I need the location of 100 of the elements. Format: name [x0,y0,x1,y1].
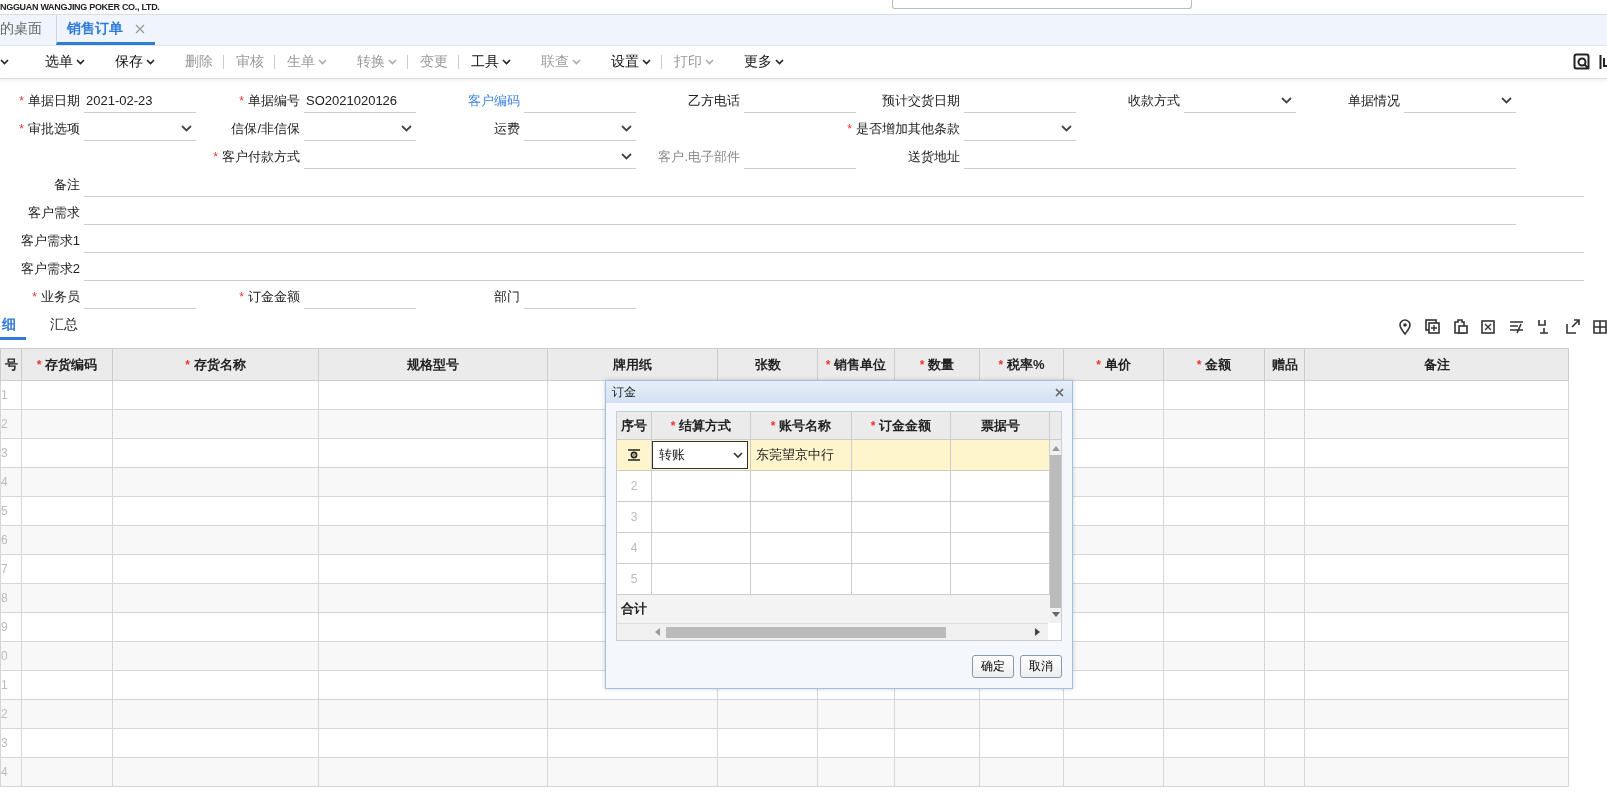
dialog-title: 订金 [612,383,636,401]
required-mark: * [239,290,244,304]
row-number: 7 [0,554,22,584]
chevron-icon [401,125,412,132]
toolbar-button[interactable]: 选单 [37,53,93,71]
row-number: 2 [630,479,638,493]
chevron-icon [733,451,743,459]
field-label: 订金金额 [248,288,300,306]
chevron-icon [1281,97,1292,104]
required-mark: * [19,122,24,136]
column-header: 销售单位 [834,356,887,372]
column-header: 结算方式 [679,416,732,435]
field-label: 单据情况 [1348,92,1400,110]
required-mark: * [998,357,1004,372]
expand-icon[interactable] [1565,319,1580,334]
page-tab[interactable]: 销售订单 [67,19,123,38]
required-mark: * [185,357,190,372]
field-label: 送货地址 [908,148,960,166]
field-label: 单据日期 [28,92,80,110]
column-header: 号 [4,356,18,372]
chevron-icon [1061,125,1072,132]
row-number: 1 [0,380,22,410]
chevron-icon [621,153,632,160]
horizontal-scrollbar[interactable] [617,623,1048,640]
column-header: 存货名称 [193,356,246,372]
toolbar-button[interactable]: 保存 [107,53,163,71]
field-label: 审批选项 [28,120,80,138]
dialog-button[interactable]: 确定 [972,655,1014,678]
chevron-icon [621,125,632,132]
toolbar-button[interactable]: 设置 [603,53,659,71]
field-label: 是否增加其他条款 [856,120,960,138]
grid-icon[interactable] [1593,319,1607,334]
column-header: 序号 [621,416,647,435]
close-icon[interactable] [1055,387,1064,397]
required-mark: * [870,418,876,433]
column-header: 票据号 [980,416,1020,435]
vertical-scrollbar[interactable] [1050,439,1061,623]
row-number: 9 [0,612,22,642]
chevron-icon [1501,97,1512,104]
pin-icon[interactable] [1398,319,1412,335]
field-label: 收款方式 [1128,92,1180,110]
required-mark: * [670,418,676,433]
row-number: 5 [630,572,638,586]
row-editor-icon[interactable] [627,449,641,461]
required-mark: * [770,418,776,433]
column-header: 牌用纸 [613,356,652,372]
field-label: 部门 [494,288,520,306]
right-arrow-icon[interactable] [1035,628,1040,636]
copy-icon[interactable] [1453,319,1468,334]
row-number: 5 [0,496,22,526]
column-header: 规格型号 [407,356,459,372]
required-mark: * [1196,357,1202,372]
required-mark: * [847,122,852,136]
field-label[interactable]: 客户编码 [468,92,520,110]
left-arrow-icon[interactable] [655,628,660,636]
detail-tab[interactable]: 汇总 [48,316,80,340]
column-header: 备注 [1423,356,1450,372]
input-field[interactable]: SO2021020126 [304,89,416,113]
column-header: 赠品 [1271,356,1298,372]
field-label: 客户需求 [28,204,80,222]
field-label: 信保/非信保 [231,120,300,138]
required-mark: * [213,150,218,164]
page-tab[interactable]: 的桌面 [0,19,42,38]
down-arrow-icon[interactable] [1051,612,1060,617]
delete-row-icon[interactable] [1481,319,1496,334]
up-arrow-icon[interactable] [1051,446,1060,451]
row-number: 2 [0,699,22,729]
preview-icon[interactable] [1573,53,1591,71]
lines-icon[interactable] [1509,319,1524,334]
row-number: 4 [0,757,22,787]
row-number: 1 [0,670,22,700]
input-field[interactable]: 2021-02-23 [84,89,196,113]
close-icon[interactable] [135,23,145,34]
column-header: 税率% [1007,356,1045,372]
row-number: 8 [0,583,22,613]
field-label: 单据编号 [248,92,300,110]
panel-icon[interactable] [1599,53,1607,71]
detail-tab[interactable]: 细 [0,316,26,340]
select-field[interactable]: 转账 [652,441,748,469]
required-mark: * [919,357,925,372]
column-header: 数量 [928,356,955,372]
chevron-icon [181,125,192,132]
field-label: 运费 [494,120,520,138]
row-number: 3 [0,438,22,468]
field-label: 客户需求2 [20,260,80,278]
field-label: 预计交货日期 [882,92,960,110]
field-label: 业务员 [41,288,80,306]
table-cell: 东莞望京中行 [756,446,834,464]
column-header: 存货编码 [45,356,98,372]
row-number: 3 [630,510,638,524]
field-label: 客户需求1 [20,232,80,250]
toolbar-button[interactable]: 工具 [463,53,519,71]
required-mark: * [36,357,42,372]
add-row-icon[interactable] [1425,319,1440,334]
toolbar-button[interactable]: 更多 [736,53,792,71]
dialog-button[interactable]: 取消 [1020,655,1062,678]
field-label: 乙方电话 [688,92,740,110]
required-mark: * [19,94,24,108]
column-header: 订金金额 [879,416,932,435]
column-header: 张数 [754,356,781,372]
